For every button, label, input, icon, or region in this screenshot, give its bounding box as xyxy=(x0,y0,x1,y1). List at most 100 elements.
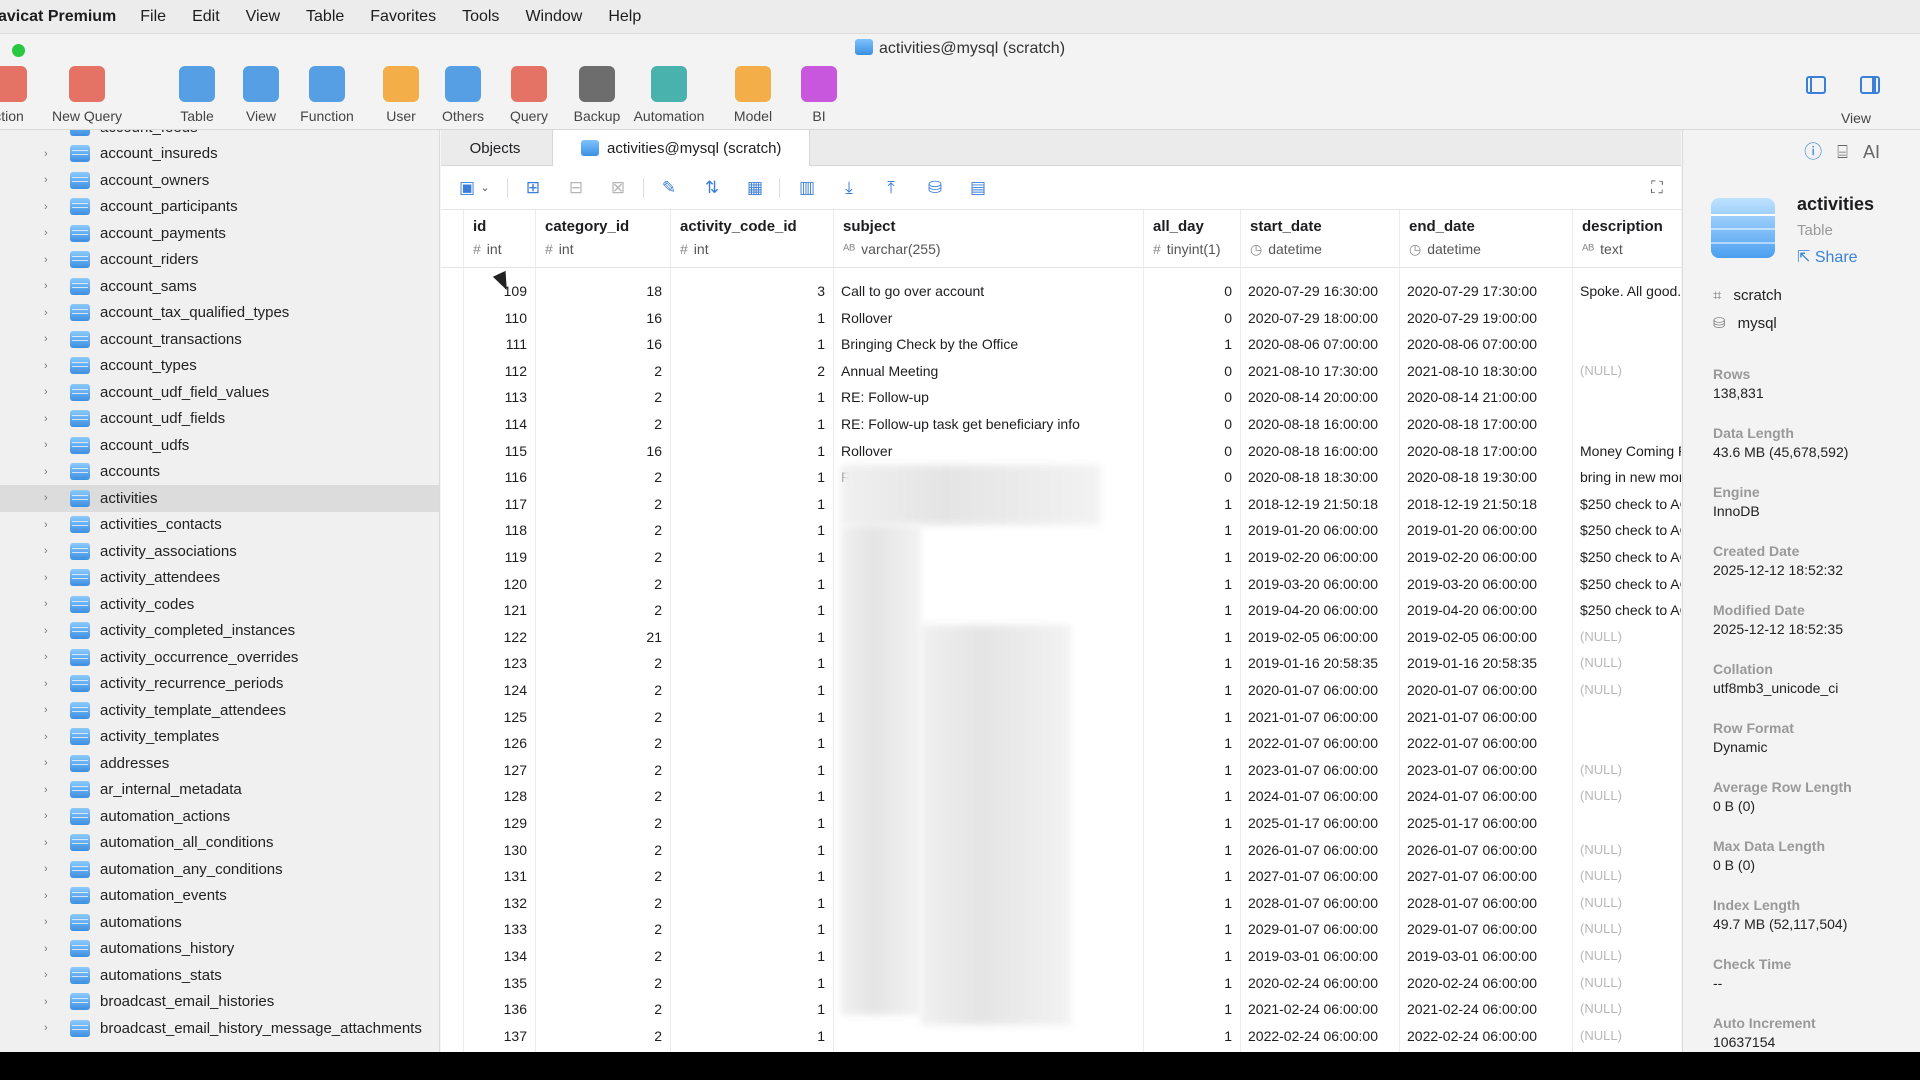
cell-category_id[interactable]: 2 xyxy=(535,597,670,624)
add-record-icon[interactable]: ⊞ xyxy=(523,178,543,198)
share-button[interactable]: ⇱ Share xyxy=(1797,247,1858,267)
cell-end_date[interactable]: 2020-07-29 17:30:00 xyxy=(1399,278,1572,305)
cell-all_day[interactable]: 1 xyxy=(1143,624,1240,651)
column-header-subject[interactable]: subject ᴬᴮ varchar(255) xyxy=(833,210,1143,268)
cell-all_day[interactable]: 1 xyxy=(1143,916,1240,943)
cell-category_id[interactable]: 2 xyxy=(535,890,670,917)
cell-all_day[interactable]: 1 xyxy=(1143,837,1240,864)
cell-description[interactable] xyxy=(1572,730,1681,757)
cell-start_date[interactable]: 2019-03-20 06:00:00 xyxy=(1240,571,1399,598)
chevron-right-icon[interactable]: › xyxy=(44,545,54,557)
sidebar-item-account_owners[interactable]: › account_owners xyxy=(0,167,439,194)
cell-activity_code_id[interactable]: 1 xyxy=(670,757,833,784)
cell-description[interactable]: (NULL) xyxy=(1572,677,1681,704)
menu-view[interactable]: View xyxy=(246,8,280,26)
menu-help[interactable]: Help xyxy=(608,8,641,26)
cell-all_day[interactable]: 0 xyxy=(1143,305,1240,332)
chevron-right-icon[interactable]: › xyxy=(44,333,54,345)
cell-end_date[interactable]: 2019-03-20 06:00:00 xyxy=(1399,571,1572,598)
cell-description[interactable]: (NULL) xyxy=(1572,890,1681,917)
cell-id[interactable]: 126 xyxy=(463,730,535,757)
cell-start_date[interactable]: 2019-03-01 06:00:00 xyxy=(1240,943,1399,970)
cell-all_day[interactable]: 0 xyxy=(1143,411,1240,438)
sidebar-item-account_transactions[interactable]: › account_transactions xyxy=(0,326,439,353)
cell-start_date[interactable]: 2020-07-29 18:00:00 xyxy=(1240,305,1399,332)
cell-description[interactable]: (NULL) xyxy=(1572,943,1681,970)
cell-activity_code_id[interactable]: 2 xyxy=(670,358,833,385)
cell-all_day[interactable]: 1 xyxy=(1143,544,1240,571)
cell-end_date[interactable]: 2021-02-24 06:00:00 xyxy=(1399,996,1572,1023)
chevron-right-icon[interactable]: › xyxy=(44,969,54,981)
cell-end_date[interactable]: 2026-01-07 06:00:00 xyxy=(1399,837,1572,864)
chevron-right-icon[interactable]: › xyxy=(44,704,54,716)
cell-subject[interactable]: RE: Follow-up task get beneficiary info xyxy=(833,411,1143,438)
cell-end_date[interactable]: 2024-01-07 06:00:00 xyxy=(1399,783,1572,810)
cell-id[interactable]: 129 xyxy=(463,810,535,837)
table-row[interactable]: 110 16 1 Rollover 0 2020-07-29 18:00:00 2020-0… xyxy=(441,305,1681,332)
cell-category_id[interactable]: 2 xyxy=(535,384,670,411)
export-icon[interactable]: ⤒ xyxy=(881,178,901,198)
cell-all_day[interactable]: 1 xyxy=(1143,491,1240,518)
cell-all_day[interactable]: 1 xyxy=(1143,810,1240,837)
cell-start_date[interactable]: 2023-01-07 06:00:00 xyxy=(1240,757,1399,784)
cell-activity_code_id[interactable]: 1 xyxy=(670,810,833,837)
chart-icon[interactable]: ▥ xyxy=(797,178,817,198)
table-row[interactable]: 1382112023-02-24 06:00:002023-02-24 06:0… xyxy=(441,1049,1681,1052)
cell-id[interactable]: 112 xyxy=(463,358,535,385)
cell-category_id[interactable]: 2 xyxy=(535,704,670,731)
cell-end_date[interactable]: 2019-02-20 06:00:00 xyxy=(1399,544,1572,571)
cell-id[interactable]: 128 xyxy=(463,783,535,810)
sidebar-item-activities_contacts[interactable]: › activities_contacts xyxy=(0,512,439,539)
cell-start_date[interactable]: 2025-01-17 06:00:00 xyxy=(1240,810,1399,837)
cell-end_date[interactable]: 2020-08-18 17:00:00 xyxy=(1399,411,1572,438)
cell-category_id[interactable]: 2 xyxy=(535,464,670,491)
cell-start_date[interactable]: 2021-02-24 06:00:00 xyxy=(1240,996,1399,1023)
delete-record-icon[interactable]: ⊟ xyxy=(566,178,586,198)
save-dropdown-chevron-icon[interactable]: ⌄ xyxy=(475,178,495,198)
cell-end_date[interactable]: 2019-02-05 06:00:00 xyxy=(1399,624,1572,651)
cell-all_day[interactable]: 1 xyxy=(1143,996,1240,1023)
cell-activity_code_id[interactable]: 1 xyxy=(670,571,833,598)
cell-category_id[interactable]: 18 xyxy=(535,278,670,305)
cell-all_day[interactable]: 0 xyxy=(1143,438,1240,465)
edit-icon[interactable]: ✎ xyxy=(659,178,679,198)
sidebar-item-activity_codes[interactable]: › activity_codes xyxy=(0,591,439,618)
cell-activity_code_id[interactable]: 1 xyxy=(670,384,833,411)
cell-end_date[interactable]: 2020-08-06 07:00:00 xyxy=(1399,331,1572,358)
cell-start_date[interactable]: 2020-01-07 06:00:00 xyxy=(1240,677,1399,704)
sidebar-item-account_udfs[interactable]: › account_udfs xyxy=(0,432,439,459)
cell-end_date[interactable]: 2023-02-24 06:00:00 xyxy=(1399,1049,1572,1052)
cell-activity_code_id[interactable]: 1 xyxy=(670,970,833,997)
cell-end_date[interactable]: 2023-01-07 06:00:00 xyxy=(1399,757,1572,784)
table-row[interactable]: 112 2 2 Annual Meeting 0 2021-08-10 17:30:00 2… xyxy=(441,358,1681,385)
chevron-right-icon[interactable]: › xyxy=(44,678,54,690)
cell-category_id[interactable]: 2 xyxy=(535,650,670,677)
cell-start_date[interactable]: 2018-12-19 21:50:18 xyxy=(1240,491,1399,518)
table-row[interactable]: 121 2 1 1 2019-04-20 06:00:00 2019-04-20 06:0… xyxy=(441,597,1681,624)
cell-activity_code_id[interactable]: 1 xyxy=(670,730,833,757)
column-header-description[interactable]: description ᴬᴮ text xyxy=(1572,210,1681,268)
cell-start_date[interactable]: 2021-01-07 06:00:00 xyxy=(1240,704,1399,731)
cell-end_date[interactable]: 2019-03-01 06:00:00 xyxy=(1399,943,1572,970)
column-header-all_day[interactable]: all_day # tinyint(1) xyxy=(1143,210,1240,268)
cell-description[interactable] xyxy=(1572,810,1681,837)
tab-activities-table[interactable]: activities@mysql (scratch) xyxy=(552,130,811,166)
cell-all_day[interactable]: 0 xyxy=(1143,278,1240,305)
bar-chart-icon[interactable]: ▤ xyxy=(968,178,988,198)
cell-start_date[interactable]: 2020-08-18 18:30:00 xyxy=(1240,464,1399,491)
column-header-start_date[interactable]: start_date ◷ datetime xyxy=(1240,210,1399,268)
cell-all_day[interactable]: 1 xyxy=(1143,677,1240,704)
cell-category_id[interactable]: 2 xyxy=(535,996,670,1023)
cell-activity_code_id[interactable]: 1 xyxy=(670,863,833,890)
cell-description[interactable]: (NULL) xyxy=(1572,863,1681,890)
sidebar-item-activities[interactable]: › activities xyxy=(0,485,439,512)
cell-start_date[interactable]: 2027-01-07 06:00:00 xyxy=(1240,863,1399,890)
cell-end_date[interactable]: 2021-08-10 18:30:00 xyxy=(1399,358,1572,385)
chevron-right-icon[interactable]: › xyxy=(44,863,54,875)
cell-description[interactable]: (NULL) xyxy=(1572,916,1681,943)
table-row[interactable]: 115 16 1 Rollover 0 2020-08-18 16:00:00 2020-0… xyxy=(441,438,1681,465)
import-icon[interactable]: ⤓ xyxy=(839,178,859,198)
chevron-right-icon[interactable]: › xyxy=(44,466,54,478)
cell-all_day[interactable]: 0 xyxy=(1143,464,1240,491)
column-header-category_id[interactable]: category_id # int xyxy=(535,210,670,268)
